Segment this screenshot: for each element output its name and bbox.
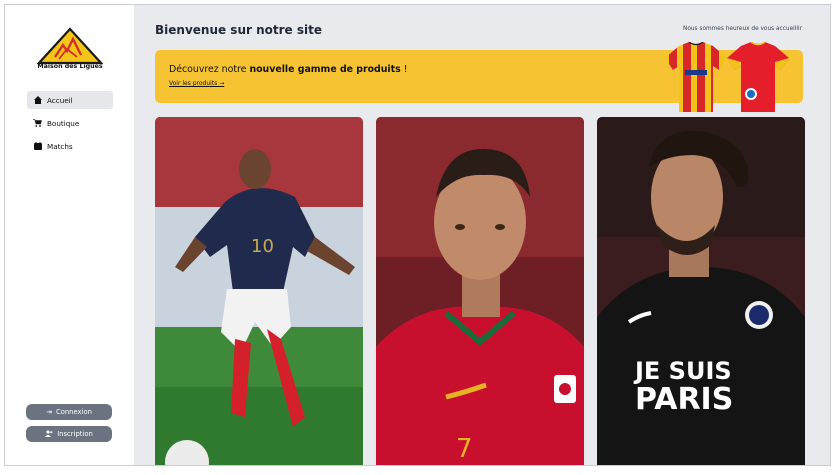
player-photo-1: 10 — [155, 117, 363, 465]
jersey-number-text: 7 — [456, 434, 473, 464]
sidebar-item-label: Matchs — [47, 141, 73, 151]
login-icon: ⇥ — [46, 408, 52, 416]
calendar-icon — [33, 142, 42, 151]
sidebar-item-label: Boutique — [47, 118, 80, 128]
sidebar: Maison des Ligues Accueil Boutique Match… — [5, 5, 135, 465]
sidebar-item-boutique[interactable]: Boutique — [27, 114, 113, 132]
welcome-text: Nous sommes heureux de vous accueillir — [683, 26, 802, 32]
signup-button[interactable]: Inscription — [26, 426, 112, 442]
signup-label: Inscription — [57, 430, 93, 438]
add-user-icon — [45, 429, 53, 439]
promo-banner: Découvrez notre nouvelle gamme de produi… — [155, 42, 803, 112]
home-icon — [33, 96, 42, 105]
sidebar-item-accueil[interactable]: Accueil — [27, 91, 113, 109]
sidebar-nav: Accueil Boutique Matchs — [27, 91, 113, 160]
player-photo-2: 7 — [376, 117, 584, 465]
cart-icon — [33, 119, 42, 128]
banner-title: Découvrez notre nouvelle gamme de produi… — [169, 64, 408, 75]
player-photo-3: JE SUIS PARIS — [597, 117, 805, 465]
jersey-red-image — [727, 42, 789, 112]
sidebar-item-label: Accueil — [47, 95, 73, 105]
login-button[interactable]: ⇥ Connexion — [26, 404, 112, 420]
login-label: Connexion — [55, 408, 92, 416]
main-content: Bienvenue sur notre site Nous sommes heu… — [135, 5, 830, 465]
jersey-slogan-line2: PARIS — [635, 382, 733, 417]
jersey-number-text: 10 — [251, 236, 274, 257]
jersey-slogan-line1: JE SUIS — [633, 357, 732, 385]
jersey-striped-image — [665, 42, 727, 112]
app-window: ✕ Maison des Ligues Accueil Boutique — [4, 4, 831, 466]
view-products-link[interactable]: Voir les produits → — [169, 80, 224, 87]
page-title: Bienvenue sur notre site — [155, 23, 322, 37]
sidebar-item-matchs[interactable]: Matchs — [27, 137, 113, 155]
logo-text: Maison des Ligues — [37, 63, 103, 70]
